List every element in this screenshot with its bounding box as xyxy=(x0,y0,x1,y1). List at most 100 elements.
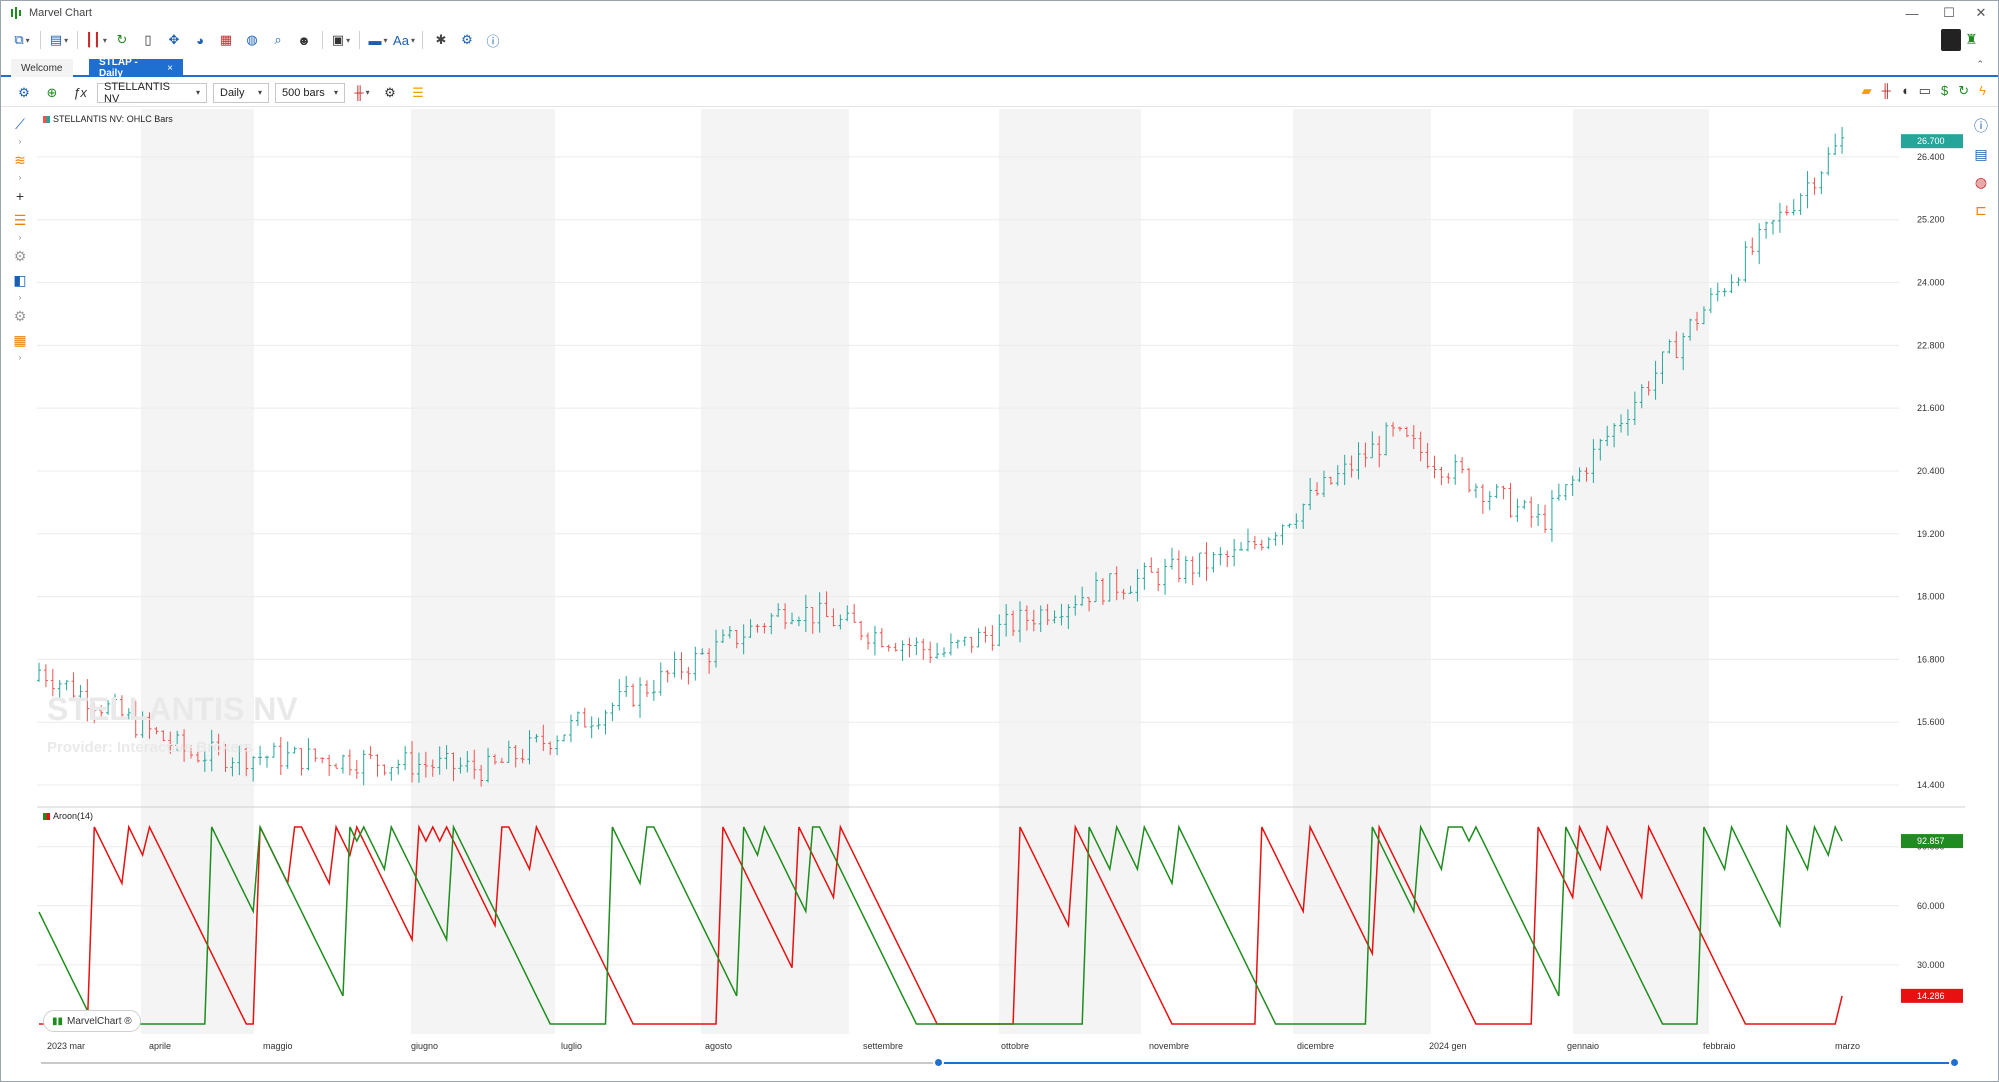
x-axis-label: marzo xyxy=(1835,1041,1860,1051)
alerts-icon[interactable]: ▰ xyxy=(1862,83,1872,99)
x-axis-label: aprile xyxy=(149,1041,171,1051)
notes-icon[interactable]: ▤ xyxy=(1970,143,1992,165)
chevron-right-icon[interactable]: › xyxy=(19,353,22,363)
bars-count-select[interactable]: 500 bars ▾ xyxy=(275,82,345,103)
indicator-settings-icon[interactable]: ⚙ xyxy=(379,81,401,105)
chevron-down-icon: ▾ xyxy=(333,88,338,97)
gear-icon[interactable]: ⚙ xyxy=(456,28,478,52)
info-icon[interactable]: ⓘ xyxy=(1970,115,1992,137)
tree-icon[interactable]: ⧉ ▾ xyxy=(11,28,33,52)
price-tick-label: 25.200 xyxy=(1917,215,1945,225)
maximize-button[interactable]: ☐ xyxy=(1933,1,1965,25)
bar-icon[interactable]: ▬ ▾ xyxy=(367,28,389,52)
chevron-down-icon: ▾ xyxy=(257,88,262,97)
app-window: Marvel Chart — ☐ ✕ ⧉ ▾ ▤ ▾ ┃┃ ▾ ↻ ▯ ✥ ◕ ▦ ◍… xyxy=(0,0,1999,1082)
info-icon[interactable]: ⓘ xyxy=(482,28,504,52)
navigator-left-handle[interactable] xyxy=(933,1057,944,1068)
watermark-title: STELLANTIS NV xyxy=(47,691,298,727)
tab-welcome[interactable]: Welcome xyxy=(11,59,73,77)
tab-stlap-daily[interactable]: STLAP - Daily × xyxy=(89,57,183,79)
x-axis-label: maggio xyxy=(263,1041,293,1051)
x-axis-label: 2023 mar xyxy=(47,1041,85,1051)
close-tab-icon[interactable]: × xyxy=(167,63,173,74)
marvelchart-badge[interactable]: ▮▮ MarvelChart ® xyxy=(43,1010,141,1032)
marvel-chart-logo-icon: ▮▮ xyxy=(52,1015,64,1027)
shapes-icon[interactable]: ◧ xyxy=(9,269,31,291)
settings-gear-icon[interactable]: ⚙ xyxy=(9,245,31,267)
indicator-tick-label: 60.000 xyxy=(1917,901,1945,911)
aroon-up-line xyxy=(38,824,1843,1025)
chevron-right-icon[interactable]: › xyxy=(19,233,22,243)
chevron-right-icon[interactable]: › xyxy=(19,173,22,183)
legend-swatch xyxy=(43,812,50,820)
hierarchy-icon[interactable]: ⊏ xyxy=(1970,199,1992,221)
bug-icon[interactable]: ✱ xyxy=(430,28,452,52)
chart-svg[interactable]: 26.400 25.200 24.000 22.800 21.600 20.400 19.2… xyxy=(37,109,1965,1069)
close-window-button[interactable]: ✕ xyxy=(1965,1,1997,25)
pie-icon[interactable]: ◕ xyxy=(189,28,211,52)
x-axis-label: ottobre xyxy=(1001,1041,1029,1051)
globe-icon[interactable]: ◍ xyxy=(241,28,263,52)
multi-line-icon[interactable]: ≋ xyxy=(9,149,31,171)
user-icon[interactable]: ☻ xyxy=(293,28,315,52)
candles-icon[interactable]: ┃┃ ▾ xyxy=(85,28,107,52)
symbol-select[interactable]: STELLANTIS NV ▾ xyxy=(97,81,207,105)
lightning-icon[interactable]: ϟ xyxy=(1979,83,1986,99)
font-icon[interactable]: Aa ▾ xyxy=(393,28,415,52)
chevron-right-icon[interactable]: › xyxy=(19,137,22,147)
aroon-up-value-label: 92.857 xyxy=(1917,836,1945,846)
navigator-right-handle[interactable] xyxy=(1949,1057,1960,1068)
price-tick-label: 14.400 xyxy=(1917,780,1945,790)
globe-icon[interactable]: ◍ xyxy=(1970,171,1992,193)
fibonacci-icon[interactable]: ☰ xyxy=(9,209,31,231)
toolbar-divider xyxy=(359,31,360,49)
search-icon[interactable]: ⌕ xyxy=(267,28,289,52)
timeframe-select[interactable]: Daily ▾ xyxy=(213,82,269,103)
legend-swatch xyxy=(43,115,50,123)
layout-icon[interactable]: ▤ ▾ xyxy=(48,28,70,52)
chart-toolbar: ⚙ ⊕ ƒx STELLANTIS NV ▾ Daily ▾ 500 bars ▾ ╫… xyxy=(1,79,1998,107)
aroon-down-value-label: 14.286 xyxy=(1917,991,1945,1001)
orders-icon[interactable]: ╫ xyxy=(1882,83,1891,99)
x-axis-label: luglio xyxy=(561,1041,582,1051)
add-instrument-icon[interactable]: ⊕ xyxy=(41,81,63,105)
chart-area[interactable]: 26.400 25.200 24.000 22.800 21.600 20.400 19.2… xyxy=(37,109,1965,1069)
price-tick-label: 22.800 xyxy=(1917,340,1945,350)
month-band xyxy=(411,109,555,1034)
chart-settings-gear-icon[interactable]: ⚙ xyxy=(13,81,35,105)
database-icon[interactable]: ☰ xyxy=(407,81,429,105)
price-tick-label: 15.600 xyxy=(1917,717,1945,727)
tab-label: STLAP - Daily xyxy=(99,57,138,79)
grid-icon[interactable]: ▦ xyxy=(9,329,31,351)
toolbar-divider xyxy=(422,31,423,49)
trend-line-icon[interactable]: ⟋ xyxy=(9,113,31,135)
price-tick-label: 21.600 xyxy=(1917,403,1945,413)
crosshair-icon[interactable]: + xyxy=(9,185,31,207)
history-icon[interactable]: ↻ xyxy=(111,28,133,52)
navigator-range xyxy=(937,1062,1955,1064)
tabs-overflow-chevron-icon[interactable]: ⌃ xyxy=(1976,59,1984,70)
badge-label: MarvelChart ® xyxy=(67,1015,132,1027)
settings-gear-icon[interactable]: ⚙ xyxy=(9,305,31,327)
calendar-icon[interactable]: ▦ xyxy=(215,28,237,52)
toolbar-divider xyxy=(40,31,41,49)
window-title: Marvel Chart xyxy=(29,7,92,19)
keyboard-icon[interactable]: ▭ xyxy=(1919,83,1931,99)
account-avatar[interactable] xyxy=(1941,29,1961,51)
screen-icon[interactable]: ▣ ▾ xyxy=(330,28,352,52)
mouse-icon[interactable]: ◖ xyxy=(1901,83,1909,99)
chevron-right-icon[interactable]: › xyxy=(19,293,22,303)
minimize-button[interactable]: — xyxy=(1896,1,1928,25)
connection-status-icon[interactable]: ♜ xyxy=(1965,31,1987,51)
refresh-icon[interactable]: ↻ xyxy=(1958,83,1969,99)
chart-type-icon[interactable]: ╫ ▾ xyxy=(351,81,373,105)
function-icon[interactable]: ƒx xyxy=(69,81,91,105)
move-icon[interactable]: ✥ xyxy=(163,28,185,52)
time-navigator[interactable] xyxy=(41,1057,1960,1068)
x-axis-label: giugno xyxy=(411,1041,438,1051)
dollar-icon[interactable]: $ xyxy=(1941,83,1948,99)
document-icon[interactable]: ▯ xyxy=(137,28,159,52)
indicator-tick-label: 30.000 xyxy=(1917,960,1945,970)
indicator-legend: Aroon(14) xyxy=(43,811,93,821)
title-bar: Marvel Chart xyxy=(1,1,1998,25)
